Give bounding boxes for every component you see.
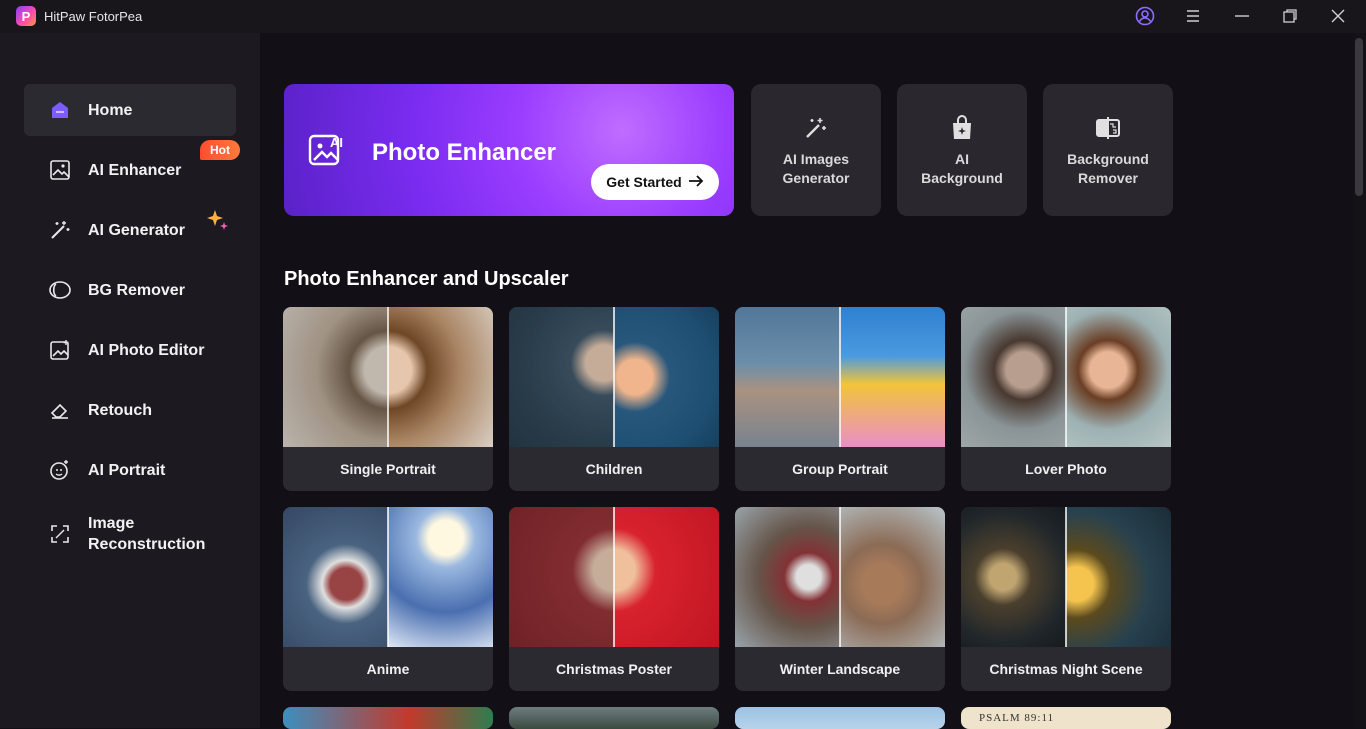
ai-image-icon: AI (308, 132, 346, 168)
bg-remove-icon (1094, 114, 1122, 142)
card-group-portrait[interactable]: Group Portrait (735, 307, 945, 491)
restore-icon[interactable] (1277, 4, 1303, 28)
eraser-icon (48, 398, 72, 422)
app-title: HitPaw FotorPea (44, 9, 143, 24)
tool-card-ai-background[interactable]: AI Background (897, 84, 1027, 216)
tool-card-background-remover[interactable]: Background Remover (1043, 84, 1173, 216)
sidebar-item-label: BG Remover (88, 281, 185, 299)
portrait-icon (48, 458, 72, 482)
svg-text:AI: AI (330, 135, 343, 150)
app-logo: P (16, 6, 36, 26)
card-label: Winter Landscape (779, 661, 901, 677)
sidebar-item-home[interactable]: Home (24, 84, 236, 136)
card-thumbnail (283, 707, 493, 729)
card-christmas-night-scene[interactable]: Christmas Night Scene (961, 507, 1171, 691)
card-thumbnail (735, 307, 945, 447)
card-label: Group Portrait (792, 461, 888, 477)
card-lover-photo[interactable]: Lover Photo (961, 307, 1171, 491)
magic-wand-icon (48, 218, 72, 242)
account-icon[interactable] (1132, 4, 1158, 28)
card-thumbnail: PSALM 89:11 (961, 707, 1171, 729)
tool-label: Background Remover (1067, 151, 1149, 186)
card-thumbnail (735, 507, 945, 647)
card-christmas-poster[interactable]: Christmas Poster (509, 507, 719, 691)
card-thumbnail (283, 307, 493, 447)
sidebar-item-ai-photo-editor[interactable]: AI Photo Editor (24, 324, 236, 376)
sidebar (0, 33, 260, 728)
sidebar-item-label: Retouch (88, 401, 152, 419)
sidebar-item-label: AI Photo Editor (88, 341, 205, 359)
section-title: Photo Enhancer and Upscaler (284, 268, 569, 290)
card-partial-2[interactable] (509, 707, 719, 729)
banner-title: Photo Enhancer (372, 139, 557, 166)
card-label: Christmas Poster (556, 661, 672, 677)
get-started-label: Get Started (606, 174, 682, 190)
get-started-button[interactable]: Get Started (591, 164, 719, 200)
sidebar-item-label: Image Reconstruction (88, 515, 206, 553)
sidebar-item-ai-generator[interactable]: AI Generator (24, 204, 236, 256)
card-thumbnail (961, 307, 1171, 447)
expand-icon (48, 522, 72, 546)
minimize-icon[interactable] (1229, 4, 1255, 28)
menu-icon[interactable] (1180, 4, 1206, 28)
sidebar-item-label: AI Generator (88, 221, 185, 239)
card-label: Christmas Night Scene (989, 661, 1143, 677)
close-icon[interactable] (1325, 4, 1351, 28)
sidebar-item-ai-portrait[interactable]: AI Portrait (24, 444, 236, 496)
card-thumbnail (961, 507, 1171, 647)
image-enhance-icon (48, 158, 72, 182)
card-thumbnail (509, 307, 719, 447)
sidebar-item-image-reconstruction[interactable]: Image Reconstruction (24, 508, 236, 560)
sidebar-item-label: AI Enhancer (88, 161, 182, 179)
card-thumbnail (509, 507, 719, 647)
card-label: Anime (366, 661, 410, 677)
card-single-portrait[interactable]: Single Portrait (283, 307, 493, 491)
card-thumbnail (735, 707, 945, 729)
scrollbar-thumb[interactable] (1355, 38, 1363, 196)
sidebar-item-bg-remover[interactable]: BG Remover (24, 264, 236, 316)
home-icon (48, 98, 72, 122)
hot-badge: Hot (200, 140, 240, 160)
tool-card-ai-images-generator[interactable]: AI Images Generator (751, 84, 881, 216)
tool-label: AI Background (921, 151, 1003, 186)
title-bar: P HitPaw FotorPea (0, 0, 1366, 33)
sparkle-icon (206, 208, 230, 232)
card-winter-landscape[interactable]: Winter Landscape (735, 507, 945, 691)
partial-card-text: PSALM 89:11 (979, 712, 1055, 724)
magic-wand-icon (802, 114, 830, 142)
sidebar-item-label: AI Portrait (88, 461, 166, 479)
arrow-right-icon (688, 174, 704, 191)
bg-remove-icon (48, 278, 72, 302)
bag-sparkle-icon (948, 114, 976, 142)
card-label: Single Portrait (340, 461, 436, 477)
card-thumbnail (509, 707, 719, 729)
card-thumbnail (283, 507, 493, 647)
card-children[interactable]: Children (509, 307, 719, 491)
card-partial-1[interactable] (283, 707, 493, 729)
sidebar-item-retouch[interactable]: Retouch (24, 384, 236, 436)
photo-edit-icon (48, 338, 72, 362)
tool-label: AI Images Generator (782, 151, 850, 186)
card-partial-4[interactable]: PSALM 89:11 (961, 707, 1171, 729)
card-anime[interactable]: Anime (283, 507, 493, 691)
card-partial-3[interactable] (735, 707, 945, 729)
card-label: Children (585, 461, 643, 477)
sidebar-item-label: Home (88, 101, 133, 119)
card-label: Lover Photo (1025, 461, 1107, 477)
